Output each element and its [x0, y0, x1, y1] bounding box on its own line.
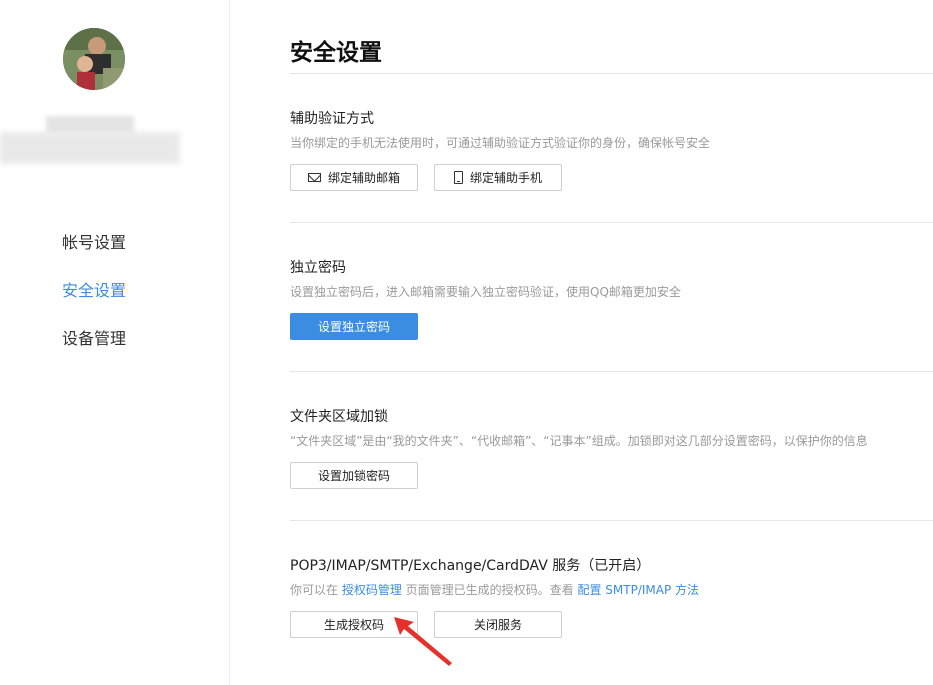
config-smtp-imap-link[interactable]: 配置 SMTP/IMAP 方法: [577, 583, 699, 597]
button-label: 绑定辅助手机: [469, 171, 542, 185]
set-independent-password-button[interactable]: 设置独立密码: [290, 313, 418, 340]
auth-code-management-link[interactable]: 授权码管理: [342, 583, 402, 597]
nav-security-settings[interactable]: 安全设置: [62, 277, 126, 301]
button-label: 设置独立密码: [317, 320, 390, 334]
section-title: 独立密码: [290, 260, 346, 276]
section-title: POP3/IMAP/SMTP/Exchange/CardDAV 服务（已开启）: [290, 558, 651, 574]
section-divider: [290, 520, 933, 521]
annotation-arrow-icon: [394, 617, 452, 666]
nav-device-management[interactable]: 设备管理: [62, 325, 126, 349]
section-divider: [290, 371, 933, 372]
section-mail-protocols: POP3/IMAP/SMTP/Exchange/CardDAV 服务（已开启） …: [290, 555, 933, 639]
section-title: 辅助验证方式: [290, 111, 374, 127]
section-desc: “文件夹区域”是由“我的文件夹”、“代收邮箱”、“记事本”组成。加锁即对这几部分…: [290, 434, 868, 448]
set-lock-password-button[interactable]: 设置加锁密码: [290, 462, 418, 489]
section-desc: 你可以在 授权码管理 页面管理已生成的授权码。查看 配置 SMTP/IMAP 方…: [290, 581, 933, 598]
section-desc: 当你绑定的手机无法使用时，可通过辅助验证方式验证你的身份，确保帐号安全: [290, 136, 711, 150]
section-divider: [290, 222, 933, 223]
section-aux-verification: 辅助验证方式 当你绑定的手机无法使用时，可通过辅助验证方式验证你的身份，确保帐号…: [290, 108, 933, 192]
button-label: 生成授权码: [323, 618, 384, 632]
phone-icon: [453, 171, 463, 184]
mail-icon: [307, 173, 321, 182]
nav-account-settings[interactable]: 帐号设置: [62, 229, 126, 253]
desc-text: 你可以在: [290, 583, 342, 597]
page-title: 安全设置: [290, 40, 382, 66]
avatar[interactable]: [63, 28, 125, 90]
desc-text: 页面管理已生成的授权码。查看: [401, 583, 578, 597]
section-desc: 设置独立密码后，进入邮箱需要输入独立密码验证，使用QQ邮箱更加安全: [290, 285, 681, 299]
main-content: 安全设置 辅助验证方式 当你绑定的手机无法使用时，可通过辅助验证方式验证你的身份…: [290, 0, 933, 685]
button-label: 设置加锁密码: [317, 469, 390, 483]
email-blurred: [0, 132, 180, 164]
button-label: 关闭服务: [473, 618, 522, 632]
section-title: 文件夹区域加锁: [290, 409, 388, 425]
button-label: 绑定辅助邮箱: [327, 171, 400, 185]
sidebar: 帐号设置 安全设置 设备管理: [0, 0, 230, 685]
section-folder-lock: 文件夹区域加锁 “文件夹区域”是由“我的文件夹”、“代收邮箱”、“记事本”组成。…: [290, 406, 933, 490]
bind-aux-email-button[interactable]: 绑定辅助邮箱: [290, 164, 418, 191]
bind-aux-phone-button[interactable]: 绑定辅助手机: [434, 164, 562, 191]
title-divider: [290, 73, 933, 74]
section-independent-password: 独立密码 设置独立密码后，进入邮箱需要输入独立密码验证，使用QQ邮箱更加安全 设…: [290, 257, 933, 341]
